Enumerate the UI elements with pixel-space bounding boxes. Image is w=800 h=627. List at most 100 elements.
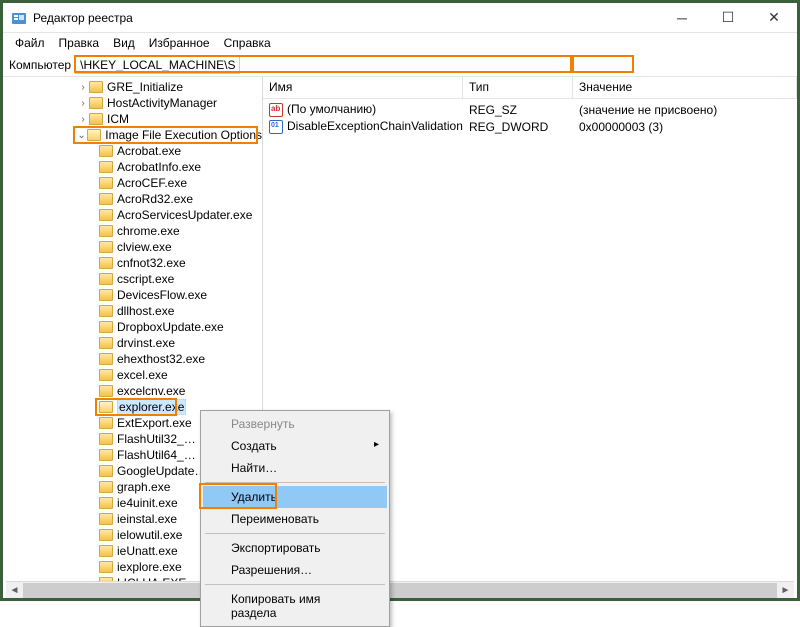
folder-icon xyxy=(89,113,103,125)
tree-item-label: ie4uinit.exe xyxy=(117,496,178,510)
tree-item-label: ExtExport.exe xyxy=(117,416,192,430)
context-menu-item[interactable]: Копировать имя раздела xyxy=(203,588,387,624)
folder-icon xyxy=(99,513,113,525)
context-menu-item[interactable]: Разрешения… xyxy=(203,559,387,581)
folder-icon xyxy=(89,97,103,109)
address-input[interactable] xyxy=(75,56,240,74)
folder-icon xyxy=(99,433,113,445)
close-button[interactable]: ✕ xyxy=(751,3,797,33)
tree-item-label: cscript.exe xyxy=(117,272,174,286)
tree-item[interactable]: AcroServicesUpdater.exe xyxy=(3,207,262,223)
folder-icon xyxy=(89,81,103,93)
cell-value: (значение не присвоено) xyxy=(573,103,797,117)
tree-item[interactable]: drvinst.exe xyxy=(3,335,262,351)
menubar: Файл Правка Вид Избранное Справка xyxy=(3,33,797,53)
maximize-button[interactable]: ☐ xyxy=(705,3,751,33)
tree-item[interactable]: DropboxUpdate.exe xyxy=(3,319,262,335)
tree-item-label: iexplore.exe xyxy=(117,560,182,574)
app-icon xyxy=(11,10,27,26)
folder-icon xyxy=(99,481,113,493)
highlight-address-explorer xyxy=(572,55,634,73)
tree-item-label: FlashUtil64_… xyxy=(117,448,196,462)
tree-item-label: drvinst.exe xyxy=(117,336,175,350)
tree-item[interactable]: excelcnv.exe xyxy=(3,383,262,399)
expand-icon[interactable]: › xyxy=(77,114,89,125)
tree-item-label: explorer.exe xyxy=(117,399,186,415)
folder-icon xyxy=(99,401,113,413)
value-name-label: (По умолчанию) xyxy=(287,102,376,116)
folder-icon xyxy=(99,225,113,237)
context-menu-item[interactable]: Удалить xyxy=(203,486,387,508)
tree-item-label: ieinstal.exe xyxy=(117,512,177,526)
tree-item-label: FlashUtil32_… xyxy=(117,432,196,446)
collapse-icon[interactable]: ⌄ xyxy=(76,130,88,141)
tree-item[interactable]: AcroRd32.exe xyxy=(3,191,262,207)
tree-item[interactable]: excel.exe xyxy=(3,367,262,383)
tree-item-label: dllhost.exe xyxy=(117,304,174,318)
tree-item-label: excelcnv.exe xyxy=(117,384,185,398)
folder-icon xyxy=(99,529,113,541)
menu-separator xyxy=(205,584,385,585)
col-name[interactable]: Имя xyxy=(263,77,463,98)
expand-icon[interactable]: › xyxy=(77,82,89,93)
menu-file[interactable]: Файл xyxy=(9,34,51,52)
folder-icon xyxy=(99,561,113,573)
tree-item[interactable]: dllhost.exe xyxy=(3,303,262,319)
tree-item-label: excel.exe xyxy=(117,368,168,382)
tree-item[interactable]: cscript.exe xyxy=(3,271,262,287)
tree-item[interactable]: ›ICM xyxy=(3,111,262,127)
tree-item[interactable]: AcrobatInfo.exe xyxy=(3,159,262,175)
context-menu-item[interactable]: Найти… xyxy=(203,457,387,479)
list-row[interactable]: (По умолчанию)REG_SZ(значение не присвое… xyxy=(263,101,797,118)
folder-icon xyxy=(99,465,113,477)
tree-item[interactable]: ehexthost32.exe xyxy=(3,351,262,367)
tree-item-label: DevicesFlow.exe xyxy=(117,288,207,302)
tree-item[interactable]: ›HostActivityManager xyxy=(3,95,262,111)
folder-icon xyxy=(99,289,113,301)
tree-item-label: Acrobat.exe xyxy=(117,144,181,158)
scroll-thumb[interactable] xyxy=(23,583,203,598)
list-row[interactable]: DisableExceptionChainValidationREG_DWORD… xyxy=(263,118,797,135)
tree-item[interactable]: ⌄Image File Execution Options xyxy=(3,127,262,143)
scroll-right-icon[interactable]: ► xyxy=(777,582,794,599)
tree-item-label: ieUnatt.exe xyxy=(117,544,178,558)
menu-edit[interactable]: Правка xyxy=(53,34,106,52)
col-type[interactable]: Тип xyxy=(463,77,573,98)
tree-item[interactable]: clview.exe xyxy=(3,239,262,255)
folder-icon xyxy=(99,385,113,397)
tree-item-label: graph.exe xyxy=(117,480,170,494)
scroll-left-icon[interactable]: ◄ xyxy=(6,582,23,599)
tree-item[interactable]: ›GRE_Initialize xyxy=(3,79,262,95)
tree-item-label: clview.exe xyxy=(117,240,172,254)
tree-item-label: chrome.exe xyxy=(117,224,180,238)
menu-favorites[interactable]: Избранное xyxy=(143,34,216,52)
tree-item[interactable]: DevicesFlow.exe xyxy=(3,287,262,303)
tree-item[interactable]: chrome.exe xyxy=(3,223,262,239)
folder-icon xyxy=(99,177,113,189)
expand-icon[interactable]: › xyxy=(77,98,89,109)
cell-type: REG_DWORD xyxy=(463,120,573,134)
context-menu-item[interactable]: Экспортировать xyxy=(203,537,387,559)
col-value[interactable]: Значение xyxy=(573,77,797,98)
folder-icon xyxy=(99,449,113,461)
list-header: Имя Тип Значение xyxy=(263,77,797,99)
cell-value: 0x00000003 (3) xyxy=(573,120,797,134)
folder-icon xyxy=(99,209,113,221)
context-menu-item[interactable]: Создать xyxy=(203,435,387,457)
tree-item-label: AcroCEF.exe xyxy=(117,176,187,190)
tree-item-label: AcroServicesUpdater.exe xyxy=(117,208,252,222)
tree-item[interactable]: cnfnot32.exe xyxy=(3,255,262,271)
menu-separator xyxy=(205,533,385,534)
minimize-button[interactable]: ─ xyxy=(659,3,705,33)
folder-icon xyxy=(99,369,113,381)
folder-icon xyxy=(99,273,113,285)
tree-item[interactable]: Acrobat.exe xyxy=(3,143,262,159)
tree-item[interactable]: AcroCEF.exe xyxy=(3,175,262,191)
folder-icon xyxy=(99,161,113,173)
menu-help[interactable]: Справка xyxy=(218,34,277,52)
menu-view[interactable]: Вид xyxy=(107,34,141,52)
folder-icon xyxy=(99,193,113,205)
context-menu-item[interactable]: Переименовать xyxy=(203,508,387,530)
titlebar: Редактор реестра ─ ☐ ✕ xyxy=(3,3,797,33)
cell-name: DisableExceptionChainValidation xyxy=(263,119,463,134)
